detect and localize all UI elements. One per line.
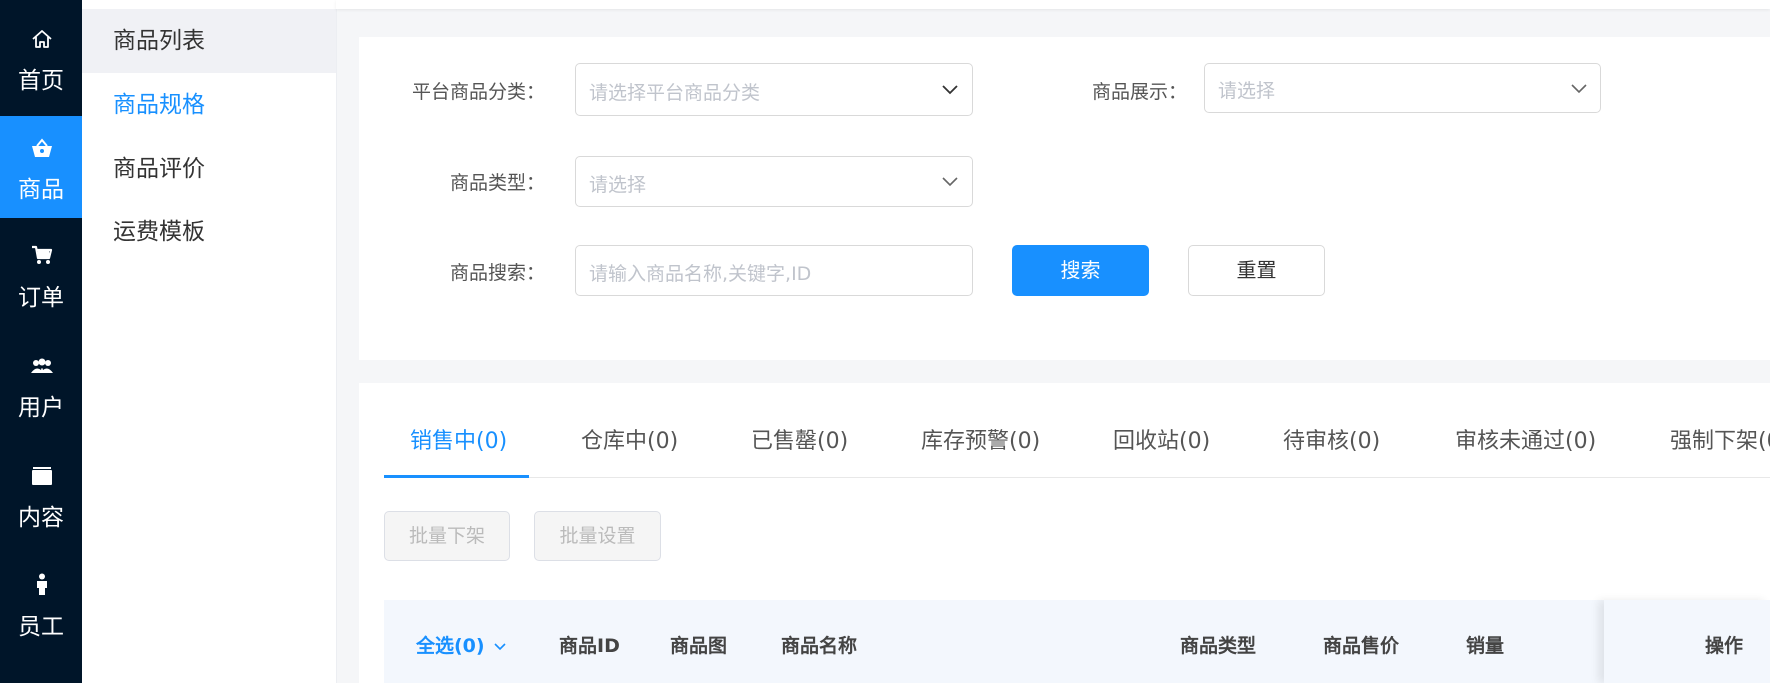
search-placeholder: 请输入商品名称,关键字,ID — [589, 263, 812, 285]
nav-item-content[interactable]: 内容 — [0, 445, 82, 547]
top-bar — [336, 0, 1770, 9]
search-input[interactable]: 请输入商品名称,关键字,ID — [575, 245, 973, 296]
display-placeholder: 请选择 — [1218, 80, 1276, 102]
reset-button[interactable]: 重置 — [1188, 245, 1325, 296]
tab-stock-warning[interactable]: 库存预警(0) — [921, 423, 1040, 455]
tab-divider — [384, 477, 1770, 478]
tab-forced-off[interactable]: 强制下架(0) — [1670, 423, 1770, 455]
nav-item-users[interactable]: 用户 — [0, 335, 82, 437]
search-label: 商品搜索： — [449, 262, 545, 284]
display-select[interactable]: 请选择 — [1204, 63, 1601, 113]
side-nav: 首页 商品 订单 用户 内容 员工 — [0, 0, 82, 683]
column-header-id: 商品ID — [559, 635, 620, 657]
cart-icon — [32, 245, 53, 264]
tab-pending-review[interactable]: 待审核(0) — [1283, 423, 1380, 455]
tab-review-rejected[interactable]: 审核未通过(0) — [1455, 423, 1596, 455]
column-header-type: 商品类型 — [1180, 635, 1257, 657]
batch-off-shelf-button[interactable]: 批量下架 — [384, 511, 510, 561]
sub-menu: 商品列表 商品规格 商品评价 运费模板 — [82, 0, 337, 683]
tab-in-warehouse[interactable]: 仓库中(0) — [581, 423, 678, 455]
list-panel: 销售中(0) 仓库中(0) 已售罄(0) 库存预警(0) 回收站(0) 待审核(… — [359, 383, 1770, 683]
chevron-down-icon — [942, 177, 958, 187]
submenu-item-product-spec[interactable]: 商品规格 — [82, 73, 336, 137]
category-label: 平台商品分类： — [411, 81, 545, 103]
search-button[interactable]: 搜索 — [1012, 245, 1149, 296]
submenu-item-product-review[interactable]: 商品评价 — [82, 137, 336, 201]
display-label: 商品展示： — [1091, 81, 1187, 103]
category-placeholder: 请选择平台商品分类 — [589, 82, 761, 104]
nav-label: 商品 — [18, 177, 64, 203]
tab-on-sale[interactable]: 销售中(0) — [410, 423, 507, 455]
folder-icon — [32, 467, 52, 485]
submenu-item-product-list[interactable]: 商品列表 — [82, 9, 336, 73]
select-all-label: 全选(0) — [416, 635, 485, 657]
select-all-dropdown[interactable]: 全选(0) — [416, 631, 506, 658]
nav-item-home[interactable]: 首页 — [0, 6, 82, 108]
shopping-basket-icon — [32, 138, 52, 157]
column-header-sales: 销量 — [1466, 635, 1505, 657]
column-header-name: 商品名称 — [781, 635, 858, 657]
column-header-actions: 操作 — [1705, 635, 1744, 657]
batch-settings-button[interactable]: 批量设置 — [534, 511, 661, 561]
nav-label: 首页 — [18, 68, 64, 94]
person-icon — [37, 573, 47, 595]
tab-sold-out[interactable]: 已售罄(0) — [751, 423, 848, 455]
nav-label: 内容 — [18, 505, 64, 531]
fixed-column-header: 操作 — [1604, 600, 1770, 683]
nav-label: 员工 — [18, 614, 64, 640]
table-header: 全选(0) 商品ID 商品图 商品名称 商品类型 商品售价 销量 操作 — [384, 600, 1770, 683]
type-select[interactable]: 请选择 — [575, 156, 973, 207]
filter-panel: 平台商品分类： 请选择平台商品分类 商品展示： 请选择 商品类型： 请选择 商品… — [359, 37, 1770, 360]
home-icon — [32, 30, 52, 48]
nav-label: 用户 — [18, 395, 64, 421]
nav-item-products[interactable]: 商品 — [0, 116, 82, 218]
category-select[interactable]: 请选择平台商品分类 — [575, 63, 973, 116]
nav-item-staff[interactable]: 员工 — [0, 554, 82, 656]
column-header-price: 商品售价 — [1323, 635, 1400, 657]
chevron-down-icon — [942, 85, 958, 95]
nav-label: 订单 — [18, 285, 64, 311]
type-placeholder: 请选择 — [589, 174, 647, 196]
tab-active-indicator — [384, 475, 529, 478]
nav-item-orders[interactable]: 订单 — [0, 225, 82, 327]
column-header-image: 商品图 — [670, 635, 728, 657]
chevron-down-icon — [1571, 84, 1587, 94]
users-icon — [31, 358, 53, 373]
submenu-item-shipping-template[interactable]: 运费模板 — [82, 200, 336, 264]
chevron-down-icon — [494, 642, 506, 650]
tab-recycle-bin[interactable]: 回收站(0) — [1113, 423, 1210, 455]
type-label: 商品类型： — [449, 172, 545, 194]
